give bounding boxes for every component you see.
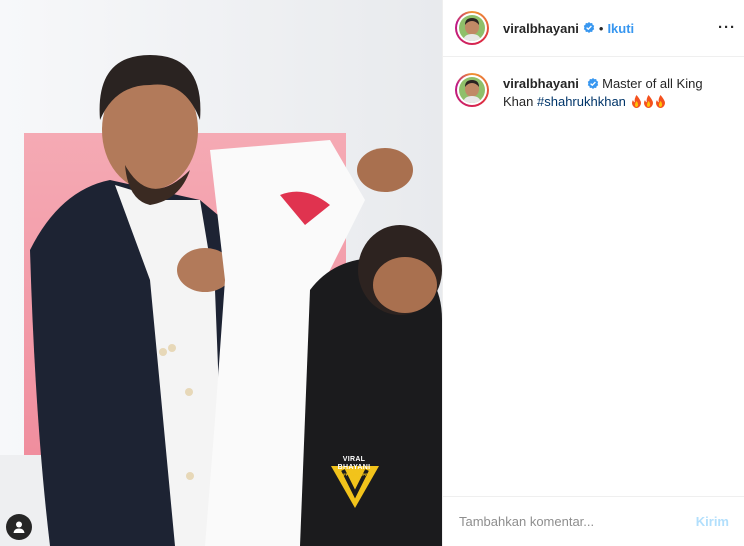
caption-avatar[interactable]	[455, 73, 489, 107]
fire-emojis	[630, 94, 666, 109]
hashtag-link[interactable]: #shahrukhkhan	[537, 94, 626, 109]
post-header: viralbhayani • Ikuti ···	[443, 0, 744, 57]
watermark-subtitle: OFFICIAL APP	[340, 472, 368, 477]
user-tag-icon	[13, 521, 25, 533]
watermark-title: VIRAL BHAYANI	[337, 456, 371, 471]
send-button[interactable]: Kirim	[696, 514, 729, 529]
watermark: VIRAL BHAYANI OFFICIAL APP	[328, 456, 380, 477]
caption-text: viralbhayani Master of all King Khan #sh…	[503, 75, 703, 111]
follow-button[interactable]: Ikuti	[607, 21, 634, 36]
separator-dot: •	[598, 20, 604, 36]
caption-username[interactable]: viralbhayani	[503, 76, 579, 91]
comments-section: viralbhayani Master of all King Khan #sh…	[443, 57, 744, 111]
post-side-panel: viralbhayani • Ikuti ··· viralbhayani Ma…	[442, 0, 744, 546]
avatar-photo	[459, 15, 485, 41]
fire-emoji-icon	[631, 95, 641, 108]
post-username[interactable]: viralbhayani	[503, 21, 579, 36]
caption: viralbhayani Master of all King Khan #sh…	[455, 73, 732, 111]
avatar-photo	[459, 77, 485, 103]
avatar[interactable]	[455, 11, 489, 45]
comment-input[interactable]	[459, 514, 688, 529]
more-options-icon[interactable]: ···	[718, 18, 736, 38]
fire-emoji-icon	[643, 95, 653, 108]
verified-badge-icon	[583, 22, 595, 33]
verified-badge-icon	[587, 78, 598, 89]
fire-emoji-icon	[655, 95, 665, 108]
user-tag-button[interactable]	[6, 514, 32, 540]
post-media[interactable]: VIRAL BHAYANI OFFICIAL APP	[0, 0, 442, 546]
add-comment-bar: Kirim	[443, 496, 744, 546]
